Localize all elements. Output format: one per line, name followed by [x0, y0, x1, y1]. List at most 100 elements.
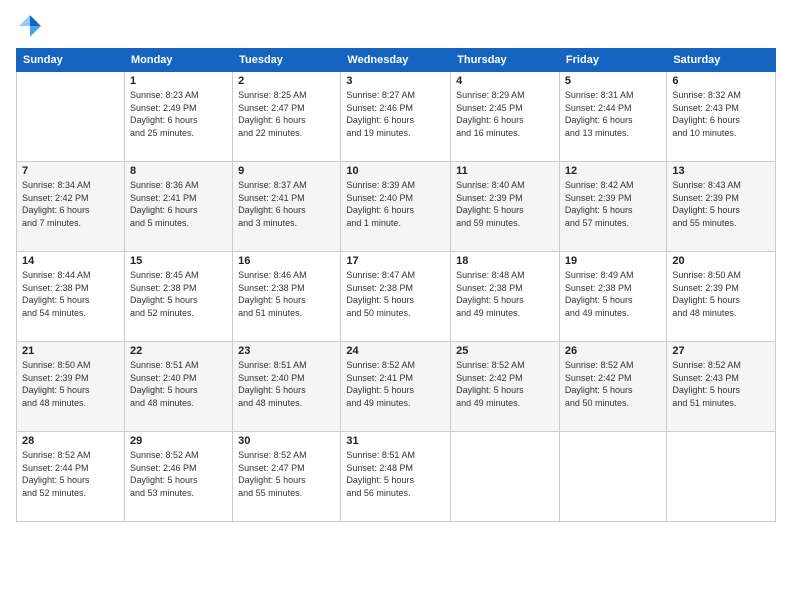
- day-detail: Sunrise: 8:40 AM Sunset: 2:39 PM Dayligh…: [456, 179, 554, 229]
- day-number: 1: [130, 75, 227, 87]
- calendar-cell: 14 Sunrise: 8:44 AM Sunset: 2:38 PM Dayli…: [17, 252, 125, 342]
- logo: [16, 12, 48, 40]
- calendar-row: 28Sunrise: 8:52 AM Sunset: 2:44 PM Dayli…: [17, 432, 776, 522]
- day-number: 10: [346, 165, 445, 177]
- day-detail: Sunrise: 8:32 AM Sunset: 2:43 PM Dayligh…: [672, 89, 770, 139]
- day-detail: Sunrise: 8:45 AM Sunset: 2:38 PM Dayligh…: [130, 269, 227, 319]
- calendar-cell: 11 Sunrise: 8:40 AM Sunset: 2:39 PM Dayli…: [451, 162, 560, 252]
- col-header-monday: Monday: [124, 49, 232, 72]
- day-number: 2: [238, 75, 335, 87]
- calendar-cell: 26 Sunrise: 8:52 AM Sunset: 2:42 PM Dayli…: [559, 342, 666, 432]
- day-number: 17: [346, 255, 445, 267]
- day-detail: Sunrise: 8:52 AM Sunset: 2:46 PM Dayligh…: [130, 449, 227, 499]
- day-detail: Sunrise: 8:52 AM Sunset: 2:42 PM Dayligh…: [565, 359, 661, 409]
- day-detail: Sunrise: 8:52 AM Sunset: 2:42 PM Dayligh…: [456, 359, 554, 409]
- calendar-cell: 18Sunrise: 8:48 AM Sunset: 2:38 PM Dayli…: [451, 252, 560, 342]
- day-detail: Sunrise: 8:51 AM Sunset: 2:48 PM Dayligh…: [346, 449, 445, 499]
- calendar-cell: 28Sunrise: 8:52 AM Sunset: 2:44 PM Dayli…: [17, 432, 125, 522]
- calendar-cell: 9 Sunrise: 8:37 AM Sunset: 2:41 PM Daylig…: [233, 162, 341, 252]
- calendar-cell: 5Sunrise: 8:31 AM Sunset: 2:44 PM Daylig…: [559, 72, 666, 162]
- calendar-cell: 10 Sunrise: 8:39 AM Sunset: 2:40 PM Dayli…: [341, 162, 451, 252]
- calendar-cell: 21 Sunrise: 8:50 AM Sunset: 2:39 PM Dayli…: [17, 342, 125, 432]
- day-detail: Sunrise: 8:52 AM Sunset: 2:43 PM Dayligh…: [672, 359, 770, 409]
- col-header-saturday: Saturday: [667, 49, 776, 72]
- day-number: 16: [238, 255, 335, 267]
- day-number: 12: [565, 165, 661, 177]
- day-number: 7: [22, 165, 119, 177]
- day-detail: Sunrise: 8:43 AM Sunset: 2:39 PM Dayligh…: [672, 179, 770, 229]
- calendar-cell: 1 Sunrise: 8:23 AM Sunset: 2:49 PM Daylig…: [124, 72, 232, 162]
- day-number: 6: [672, 75, 770, 87]
- day-detail: Sunrise: 8:25 AM Sunset: 2:47 PM Dayligh…: [238, 89, 335, 139]
- calendar-cell: 20Sunrise: 8:50 AM Sunset: 2:39 PM Dayli…: [667, 252, 776, 342]
- header-row: SundayMondayTuesdayWednesdayThursdayFrid…: [17, 49, 776, 72]
- day-number: 22: [130, 345, 227, 357]
- day-detail: Sunrise: 8:52 AM Sunset: 2:41 PM Dayligh…: [346, 359, 445, 409]
- calendar-cell: 12Sunrise: 8:42 AM Sunset: 2:39 PM Dayli…: [559, 162, 666, 252]
- day-detail: Sunrise: 8:50 AM Sunset: 2:39 PM Dayligh…: [22, 359, 119, 409]
- calendar-cell: 19Sunrise: 8:49 AM Sunset: 2:38 PM Dayli…: [559, 252, 666, 342]
- day-number: 13: [672, 165, 770, 177]
- day-number: 31: [346, 435, 445, 447]
- calendar-cell: [451, 432, 560, 522]
- day-number: 29: [130, 435, 227, 447]
- day-number: 18: [456, 255, 554, 267]
- col-header-thursday: Thursday: [451, 49, 560, 72]
- col-header-wednesday: Wednesday: [341, 49, 451, 72]
- day-detail: Sunrise: 8:46 AM Sunset: 2:38 PM Dayligh…: [238, 269, 335, 319]
- day-detail: Sunrise: 8:27 AM Sunset: 2:46 PM Dayligh…: [346, 89, 445, 139]
- calendar-cell: 16 Sunrise: 8:46 AM Sunset: 2:38 PM Dayli…: [233, 252, 341, 342]
- calendar-cell: 13 Sunrise: 8:43 AM Sunset: 2:39 PM Dayli…: [667, 162, 776, 252]
- day-detail: Sunrise: 8:51 AM Sunset: 2:40 PM Dayligh…: [130, 359, 227, 409]
- calendar-cell: 29 Sunrise: 8:52 AM Sunset: 2:46 PM Dayli…: [124, 432, 232, 522]
- col-header-tuesday: Tuesday: [233, 49, 341, 72]
- day-detail: Sunrise: 8:47 AM Sunset: 2:38 PM Dayligh…: [346, 269, 445, 319]
- day-number: 14: [22, 255, 119, 267]
- day-detail: Sunrise: 8:37 AM Sunset: 2:41 PM Dayligh…: [238, 179, 335, 229]
- day-number: 9: [238, 165, 335, 177]
- calendar-row: 7 Sunrise: 8:34 AM Sunset: 2:42 PM Daylig…: [17, 162, 776, 252]
- calendar-cell: 4 Sunrise: 8:29 AM Sunset: 2:45 PM Daylig…: [451, 72, 560, 162]
- calendar-cell: 22 Sunrise: 8:51 AM Sunset: 2:40 PM Dayli…: [124, 342, 232, 432]
- calendar-cell: [17, 72, 125, 162]
- calendar-cell: 15 Sunrise: 8:45 AM Sunset: 2:38 PM Dayli…: [124, 252, 232, 342]
- day-detail: Sunrise: 8:49 AM Sunset: 2:38 PM Dayligh…: [565, 269, 661, 319]
- day-number: 8: [130, 165, 227, 177]
- calendar-row: 1 Sunrise: 8:23 AM Sunset: 2:49 PM Daylig…: [17, 72, 776, 162]
- day-number: 15: [130, 255, 227, 267]
- day-detail: Sunrise: 8:44 AM Sunset: 2:38 PM Dayligh…: [22, 269, 119, 319]
- day-detail: Sunrise: 8:23 AM Sunset: 2:49 PM Dayligh…: [130, 89, 227, 139]
- day-number: 24: [346, 345, 445, 357]
- day-detail: Sunrise: 8:52 AM Sunset: 2:44 PM Dayligh…: [22, 449, 119, 499]
- day-detail: Sunrise: 8:34 AM Sunset: 2:42 PM Dayligh…: [22, 179, 119, 229]
- day-number: 26: [565, 345, 661, 357]
- calendar-cell: 31 Sunrise: 8:51 AM Sunset: 2:48 PM Dayli…: [341, 432, 451, 522]
- calendar-cell: 25Sunrise: 8:52 AM Sunset: 2:42 PM Dayli…: [451, 342, 560, 432]
- calendar-cell: 30 Sunrise: 8:52 AM Sunset: 2:47 PM Dayli…: [233, 432, 341, 522]
- day-detail: Sunrise: 8:39 AM Sunset: 2:40 PM Dayligh…: [346, 179, 445, 229]
- day-number: 21: [22, 345, 119, 357]
- day-number: 11: [456, 165, 554, 177]
- calendar-cell: 27 Sunrise: 8:52 AM Sunset: 2:43 PM Dayli…: [667, 342, 776, 432]
- calendar-row: 21 Sunrise: 8:50 AM Sunset: 2:39 PM Dayli…: [17, 342, 776, 432]
- calendar-cell: [559, 432, 666, 522]
- col-header-friday: Friday: [559, 49, 666, 72]
- day-number: 30: [238, 435, 335, 447]
- calendar-cell: 3 Sunrise: 8:27 AM Sunset: 2:46 PM Daylig…: [341, 72, 451, 162]
- day-detail: Sunrise: 8:29 AM Sunset: 2:45 PM Dayligh…: [456, 89, 554, 139]
- day-number: 27: [672, 345, 770, 357]
- day-number: 4: [456, 75, 554, 87]
- calendar-header: SundayMondayTuesdayWednesdayThursdayFrid…: [17, 49, 776, 72]
- day-number: 20: [672, 255, 770, 267]
- day-number: 3: [346, 75, 445, 87]
- day-detail: Sunrise: 8:52 AM Sunset: 2:47 PM Dayligh…: [238, 449, 335, 499]
- calendar-table: SundayMondayTuesdayWednesdayThursdayFrid…: [16, 48, 776, 522]
- calendar-cell: 7 Sunrise: 8:34 AM Sunset: 2:42 PM Daylig…: [17, 162, 125, 252]
- day-detail: Sunrise: 8:36 AM Sunset: 2:41 PM Dayligh…: [130, 179, 227, 229]
- calendar-cell: [667, 432, 776, 522]
- day-detail: Sunrise: 8:51 AM Sunset: 2:40 PM Dayligh…: [238, 359, 335, 409]
- page-container: SundayMondayTuesdayWednesdayThursdayFrid…: [0, 0, 792, 612]
- logo-icon: [16, 12, 44, 40]
- header: [16, 12, 776, 40]
- calendar-cell: 23Sunrise: 8:51 AM Sunset: 2:40 PM Dayli…: [233, 342, 341, 432]
